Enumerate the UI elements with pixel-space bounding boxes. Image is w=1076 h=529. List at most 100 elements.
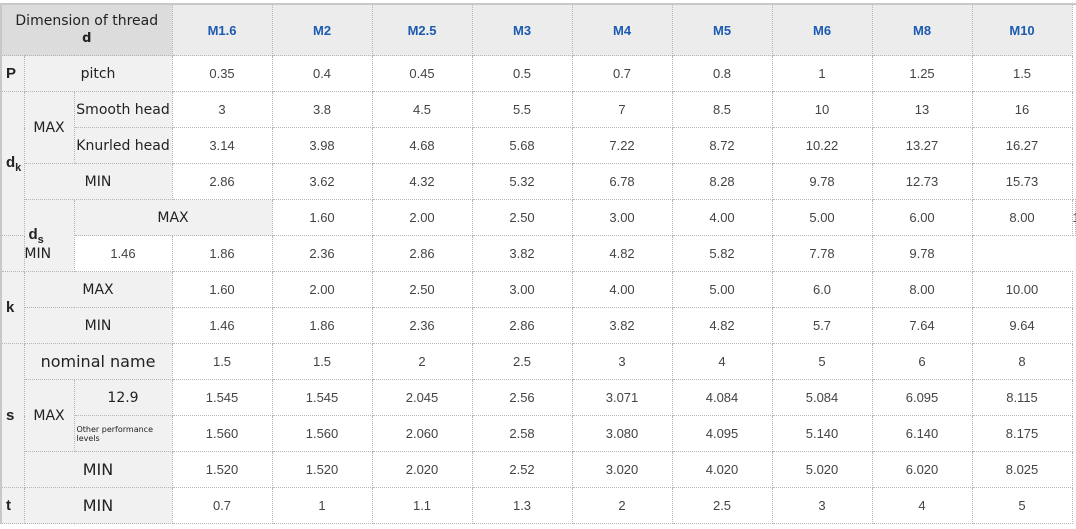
value-cell: 3.8	[271, 91, 373, 128]
value-cell: 6.78	[571, 163, 673, 200]
value-cell: 9.78	[871, 235, 973, 272]
value-cell: 2.045	[371, 379, 473, 416]
value-cell: 7.22	[571, 127, 673, 164]
value-cell: 6.020	[871, 451, 973, 488]
value-cell: 0.35	[171, 55, 273, 92]
dimension-symbol: d	[82, 31, 92, 46]
value-cell: 6.095	[871, 379, 973, 416]
value-cell: 8	[971, 343, 1073, 380]
value-cell: 3	[771, 487, 873, 524]
value-cell: 7	[571, 91, 673, 128]
label-other-levels: Other performance levels	[73, 415, 173, 452]
table-row-s-max-129: MAX 12.9 1.545 1.545 2.045 2.56 3.071 4.084 5.…	[1, 379, 1076, 452]
value-cell: 2.5	[671, 487, 773, 524]
value-cell: 1.86	[271, 307, 373, 344]
value-cell: 0.45	[371, 55, 473, 92]
value-cell: 3.82	[471, 235, 573, 272]
value-cell: 0.8	[671, 55, 773, 92]
value-cell: 13	[871, 91, 973, 128]
value-cell: 4	[871, 487, 973, 524]
size-header: M10	[971, 3, 1073, 56]
size-header: M2	[271, 3, 373, 56]
value-cell: 1	[271, 487, 373, 524]
table-row-dk-smooth: dk MAX Smooth head 3 3.8 4.5 5.5 7 8.5 10 13 16	[0, 91, 1076, 236]
label-max: MAX	[23, 379, 75, 452]
thread-dimension-table: Dimension of thread d M1.6 M2 M2.5 M3 M4 M5 M6 M…	[0, 3, 1076, 524]
value-cell: 7.78	[771, 235, 873, 272]
value-cell: 2.56	[471, 379, 573, 416]
dimension-header: Dimension of thread d	[0, 3, 173, 56]
value-cell: 6	[871, 343, 973, 380]
label-nominal-name: nominal name	[23, 343, 173, 380]
table-row-ds-max: ds MAX 1.602.002.503.004.005.006.008.001…	[1, 199, 1076, 272]
value-cell: 0.7	[171, 487, 273, 524]
value-cell: 16	[971, 91, 1073, 128]
symbol-k: k	[0, 271, 25, 344]
label-knurled-head: Knurled head	[73, 127, 173, 164]
value-cell: 3.00	[471, 271, 573, 308]
size-header: M4	[571, 3, 673, 56]
value-cell: 2	[571, 487, 673, 524]
value-cell: 3.071	[571, 379, 673, 416]
value-cell: 3.00	[571, 199, 673, 236]
symbol-dk: dk	[0, 91, 25, 236]
label-pitch: pitch	[23, 55, 173, 92]
value-cell: 8.28	[671, 163, 773, 200]
label-min: MIN	[23, 451, 173, 488]
value-cell: 8.00	[871, 271, 973, 308]
symbol-p: P	[0, 55, 25, 92]
value-cell: 2.00	[271, 271, 373, 308]
dimension-title: Dimension of thread	[15, 13, 159, 29]
value-cell: 4.82	[571, 235, 673, 272]
value-cell: 3	[571, 343, 673, 380]
value-cell: 5.084	[771, 379, 873, 416]
value-cell: 3	[171, 91, 273, 128]
value-cell: 2.86	[471, 307, 573, 344]
value-cell: 8.025	[971, 451, 1073, 488]
value-cell: 6.00	[871, 199, 973, 236]
value-cell: 0.4	[271, 55, 373, 92]
value-cell: 5.00	[671, 271, 773, 308]
value-cell: 2.50	[371, 271, 473, 308]
value-cell: 8.175	[971, 415, 1073, 452]
value-cell: 3.020	[571, 451, 673, 488]
value-cell: 10.00	[1071, 199, 1076, 236]
value-cell: 5.5	[471, 91, 573, 128]
value-cell: 10	[771, 91, 873, 128]
label-smooth-head: Smooth head	[73, 91, 173, 128]
value-cell: 8.115	[971, 379, 1073, 416]
value-cell: 1.545	[271, 379, 373, 416]
value-cell: 1.5	[971, 55, 1073, 92]
value-cell: 8.00	[971, 199, 1073, 236]
value-cell: 2.00	[371, 199, 473, 236]
value-cell: 4.32	[371, 163, 473, 200]
value-cell: 3.62	[271, 163, 373, 200]
value-cell: 2.58	[471, 415, 573, 452]
value-cell: 4.020	[671, 451, 773, 488]
value-cell: 5.32	[471, 163, 573, 200]
symbol-t: t	[0, 487, 25, 524]
value-cell: 1.46	[171, 307, 273, 344]
value-cell: 5	[971, 487, 1073, 524]
table-row-s-max-other: Other performance levels 1.560 1.560 2.060…	[1, 415, 1076, 452]
value-cell: 7.64	[871, 307, 973, 344]
size-header: M6	[771, 3, 873, 56]
value-cell: 1.545	[171, 379, 273, 416]
value-cell: 9.78	[771, 163, 873, 200]
value-cell: 10.22	[771, 127, 873, 164]
value-cell: 8.5	[671, 91, 773, 128]
size-header: M3	[471, 3, 573, 56]
value-cell: 6.140	[871, 415, 973, 452]
value-cell: 4.084	[671, 379, 773, 416]
value-cell: 6.0	[771, 271, 873, 308]
value-cell: 9.64	[971, 307, 1073, 344]
table-row-dk-min: MIN 2.86 3.62 4.32 5.32 6.78 8.28 9.78 12.73 15.…	[1, 163, 1076, 200]
value-cell: 4.095	[671, 415, 773, 452]
value-cell: 10.00	[971, 271, 1073, 308]
value-cell: 12.73	[871, 163, 973, 200]
value-cell: 5	[771, 343, 873, 380]
size-header: M5	[671, 3, 773, 56]
value-cell: 2.52	[471, 451, 573, 488]
value-cell: 8.72	[671, 127, 773, 164]
table-row-k-max: k MAX 1.60 2.00 2.50 3.00 4.00 5.00 6.0 8.00 10.…	[0, 271, 1076, 344]
